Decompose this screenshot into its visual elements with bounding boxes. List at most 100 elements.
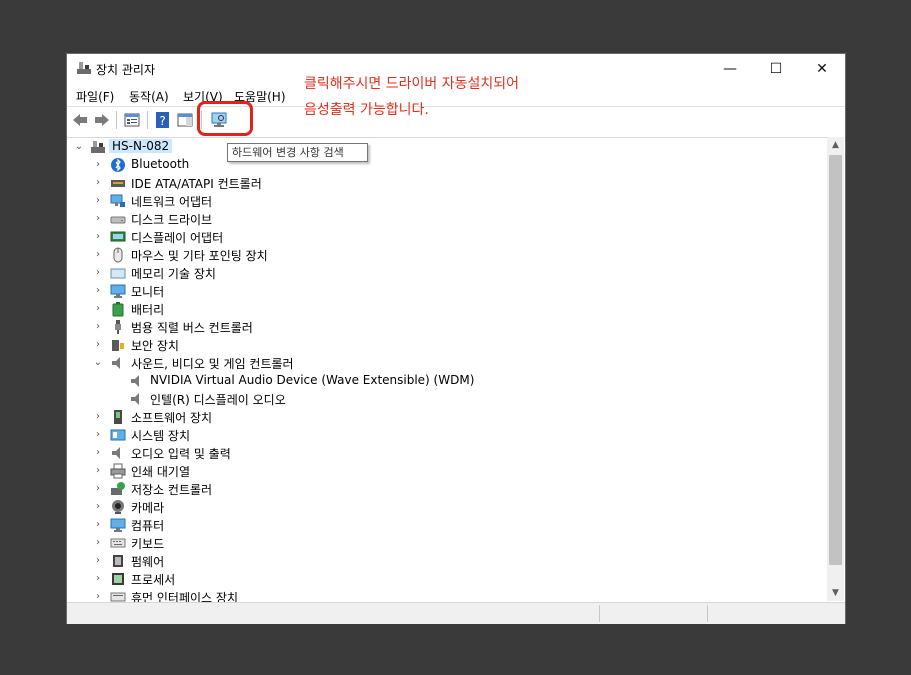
maximize-button[interactable]: ☐	[753, 54, 799, 84]
chevron-right-icon[interactable]: ›	[92, 428, 104, 442]
tree-device-label[interactable]: 인텔(R) 디스플레이 오디오	[150, 391, 286, 408]
tree-category-label[interactable]: 카메라	[131, 499, 164, 516]
tree-root-label[interactable]: HS-N-082	[109, 139, 173, 153]
tree-category-label[interactable]: 디스크 드라이브	[131, 211, 212, 228]
software-device-icon	[114, 410, 122, 424]
tree-category-row[interactable]: › 인쇄 대기열	[67, 462, 827, 480]
chevron-right-icon[interactable]: ›	[92, 518, 104, 532]
chevron-right-icon[interactable]: ›	[92, 500, 104, 514]
tree-category-row[interactable]: › 키보드	[67, 534, 827, 552]
tree-category-row[interactable]: › 프로세서	[67, 570, 827, 588]
tree-root[interactable]: ⌄ HS-N-082	[67, 138, 827, 156]
tree-category-row[interactable]: › 디스플레이 어댑터	[67, 228, 827, 246]
tree-category-label[interactable]: 배터리	[131, 301, 164, 318]
tree-category-label[interactable]: 인쇄 대기열	[131, 463, 190, 480]
tree-category-label[interactable]: 마우스 및 기타 포인팅 장치	[131, 247, 268, 264]
tree-category-row[interactable]: › Bluetooth	[67, 156, 827, 174]
chevron-right-icon[interactable]: ›	[92, 572, 104, 586]
tree-category-row[interactable]: › 마우스 및 기타 포인팅 장치	[67, 246, 827, 264]
tree-category-row[interactable]: › 시스템 장치	[67, 426, 827, 444]
ide-controller-icon	[111, 180, 125, 187]
scroll-down-icon[interactable]: ▼	[827, 585, 844, 601]
tree-category-row[interactable]: › IDE ATA/ATAPI 컨트롤러	[67, 174, 827, 192]
chevron-right-icon[interactable]: ›	[92, 338, 104, 352]
chevron-right-icon[interactable]: ›	[92, 554, 104, 568]
back-arrow-icon[interactable]	[71, 111, 89, 129]
tree-device-label[interactable]: NVIDIA Virtual Audio Device (Wave Extens…	[150, 373, 474, 387]
chevron-right-icon[interactable]: ›	[92, 536, 104, 550]
action-pane-icon[interactable]	[176, 111, 194, 129]
tree-category-label[interactable]: 사운드, 비디오 및 게임 컨트롤러	[131, 355, 294, 372]
tree-category-row[interactable]: › 펌웨어	[67, 552, 827, 570]
tree-category-label[interactable]: 소프트웨어 장치	[131, 409, 212, 426]
minimize-button[interactable]: —	[707, 54, 753, 84]
tree-category-row[interactable]: › 디스크 드라이브	[67, 210, 827, 228]
chevron-right-icon[interactable]: ›	[92, 482, 104, 496]
maximize-icon: ☐	[769, 61, 783, 77]
tree-category-label[interactable]: 메모리 기술 장치	[131, 265, 216, 282]
tree-device-row[interactable]: NVIDIA Virtual Audio Device (Wave Extens…	[67, 372, 827, 390]
tree-category-label[interactable]: Bluetooth	[131, 157, 189, 171]
tree-category-label[interactable]: 범용 직렬 버스 컨트롤러	[131, 319, 253, 336]
chevron-right-icon[interactable]: ›	[92, 248, 104, 262]
tree-category-row[interactable]: › 오디오 입력 및 출력	[67, 444, 827, 462]
camera-icon	[112, 500, 124, 514]
tree-category-row[interactable]: › 배터리	[67, 300, 827, 318]
tree-category-row[interactable]: › 휴먼 인터페이스 장치	[67, 588, 827, 602]
tree-category-row[interactable]: › 메모리 기술 장치	[67, 264, 827, 282]
chevron-right-icon[interactable]: ›	[92, 410, 104, 424]
speaker-icon	[112, 447, 120, 459]
chevron-right-icon[interactable]: ›	[92, 284, 104, 298]
tree-category-label[interactable]: 저장소 컨트롤러	[131, 481, 212, 498]
tree-device-row[interactable]: 인텔(R) 디스플레이 오디오	[67, 390, 827, 408]
tree-category-label[interactable]: 시스템 장치	[131, 427, 190, 444]
tree-category-label[interactable]: 컴퓨터	[131, 517, 164, 534]
menu-action[interactable]: 동작(A)	[129, 88, 169, 105]
scrollbar-thumb[interactable]	[829, 155, 842, 565]
properties-icon[interactable]	[123, 111, 141, 129]
chevron-down-icon[interactable]: ⌄	[92, 356, 104, 370]
chevron-right-icon[interactable]: ›	[92, 464, 104, 478]
tree-category-row[interactable]: › 범용 직렬 버스 컨트롤러	[67, 318, 827, 336]
tree-category-label[interactable]: 디스플레이 어댑터	[131, 229, 223, 246]
tree-category-row[interactable]: › 저장소 컨트롤러	[67, 480, 827, 498]
tree-category-label[interactable]: 펌웨어	[131, 553, 164, 570]
help-icon[interactable]: ?	[154, 111, 172, 129]
tree-category-row[interactable]: › 컴퓨터	[67, 516, 827, 534]
forward-arrow-icon[interactable]	[93, 111, 111, 129]
tree-category-label[interactable]: 휴먼 인터페이스 장치	[131, 589, 238, 602]
tree-category-label[interactable]: 프로세서	[131, 571, 175, 588]
keyboard-icon	[110, 538, 126, 548]
chevron-right-icon[interactable]: ›	[92, 302, 104, 316]
device-tree[interactable]: ⌄ HS-N-082 › Bluetooth › IDE ATA/ATAPI 컨트롤러…	[67, 137, 827, 602]
tree-category-label[interactable]: 보안 장치	[131, 337, 179, 354]
scan-tooltip: 하드웨어 변경 사항 검색	[227, 143, 368, 162]
vertical-scrollbar[interactable]: ▲ ▼	[827, 137, 844, 601]
chevron-right-icon[interactable]: ›	[92, 194, 104, 208]
tree-category-row[interactable]: ⌄ 사운드, 비디오 및 게임 컨트롤러	[67, 354, 827, 372]
tree-category-label[interactable]: 오디오 입력 및 출력	[131, 445, 231, 462]
chevron-right-icon[interactable]: ›	[92, 266, 104, 280]
tree-category-row[interactable]: › 모니터	[67, 282, 827, 300]
tree-category-label[interactable]: 네트워크 어댑터	[131, 193, 212, 210]
chevron-right-icon[interactable]: ›	[92, 446, 104, 460]
tree-category-label[interactable]: 키보드	[131, 535, 164, 552]
chevron-right-icon[interactable]: ›	[92, 320, 104, 334]
tree-category-row[interactable]: › 소프트웨어 장치	[67, 408, 827, 426]
close-button[interactable]: ✕	[799, 54, 845, 84]
chevron-right-icon[interactable]: ›	[92, 230, 104, 244]
tree-category-label[interactable]: 모니터	[131, 283, 164, 300]
chevron-right-icon[interactable]: ›	[92, 176, 104, 190]
computer-icon	[110, 518, 126, 532]
chevron-right-icon[interactable]: ›	[92, 590, 104, 602]
tree-category-row[interactable]: › 카메라	[67, 498, 827, 516]
menu-file[interactable]: 파일(F)	[76, 88, 114, 105]
chevron-right-icon[interactable]: ›	[92, 158, 104, 172]
chevron-down-icon[interactable]: ⌄	[73, 140, 85, 154]
tree-category-row[interactable]: › 보안 장치	[67, 336, 827, 354]
scroll-up-icon[interactable]: ▲	[827, 137, 844, 153]
speaker-icon	[131, 375, 139, 387]
tree-category-row[interactable]: › 네트워크 어댑터	[67, 192, 827, 210]
chevron-right-icon[interactable]: ›	[92, 212, 104, 226]
tree-category-label[interactable]: IDE ATA/ATAPI 컨트롤러	[131, 175, 262, 192]
